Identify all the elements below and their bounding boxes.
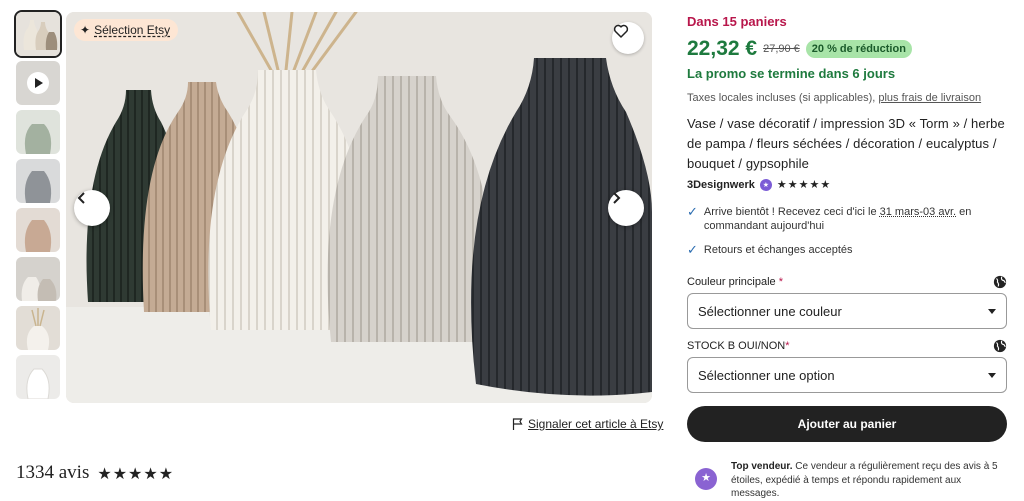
thumbnail-1[interactable] <box>14 10 62 58</box>
thumbnail-6[interactable] <box>16 257 60 301</box>
thumbnail-image <box>16 208 60 252</box>
thumbnail-image <box>16 306 60 350</box>
thumbnail-image <box>16 355 60 399</box>
arrival-prefix: Arrive bientôt ! Recevez ceci d'ici le <box>703 206 877 218</box>
chevron-left-icon <box>77 192 85 204</box>
color-field: Couleur principale * Sélectionner une co… <box>687 275 1007 329</box>
thumbnail-image <box>16 257 60 301</box>
thumbnail-image <box>16 159 60 203</box>
reviews-summary[interactable]: 1334 avis ★★★★★ <box>16 462 174 484</box>
caret-down-icon <box>988 308 996 314</box>
check-icon: ✓ <box>687 242 698 257</box>
shipping-link[interactable]: plus frais de livraison <box>878 92 981 104</box>
top-seller-title: Top vendeur. <box>731 461 793 472</box>
check-icon: ✓ <box>687 204 698 219</box>
seller-row[interactable]: 3Designwerk ★ ★★★★★ <box>687 178 1007 191</box>
main-product-image: ✦ Sélection Etsy <box>66 12 652 403</box>
thumbnail-4[interactable] <box>16 159 60 203</box>
badge-label: Sélection Etsy <box>94 23 171 37</box>
thumbnail-3[interactable] <box>16 110 60 154</box>
globe-icon[interactable] <box>993 275 1007 289</box>
required-mark: * <box>778 276 784 288</box>
taxes-text: Taxes locales incluses (si applicables), <box>687 92 876 104</box>
returns-text: Retours et échanges acceptés <box>703 244 853 256</box>
add-to-cart-button[interactable]: Ajouter au panier <box>687 406 1007 442</box>
report-item-link[interactable]: Signaler cet article à Etsy <box>512 417 663 431</box>
top-seller-text: Top vendeur. Ce vendeur a régulièrement … <box>731 460 1007 501</box>
thumbnail-8[interactable] <box>16 355 60 399</box>
seller-name[interactable]: 3Designwerk <box>687 179 755 191</box>
thumbnail-video[interactable] <box>16 61 60 105</box>
caret-down-icon <box>988 372 996 378</box>
thumbnail-7[interactable] <box>16 306 60 350</box>
product-title: Vase / vase décoratif / impression 3D « … <box>687 116 1005 171</box>
stock-field-label: STOCK B OUI/NON* <box>687 339 1007 353</box>
current-price: 22,32 € <box>687 37 758 60</box>
play-icon <box>27 72 49 94</box>
color-field-label: Couleur principale * <box>687 275 1007 289</box>
returns-policy: ✓ Retours et échanges acceptés <box>687 243 1007 257</box>
delivery-text: Arrive bientôt ! Recevez ceci d'ici le 3… <box>704 205 1007 233</box>
previous-image-button[interactable] <box>74 190 110 226</box>
thumbnail-vases-image <box>16 12 60 56</box>
reviews-count: 1334 avis <box>16 462 90 483</box>
stock-label-text: STOCK B OUI/NON* <box>687 340 789 352</box>
rating-stars: ★★★★★ <box>97 463 175 483</box>
taxes-note: Taxes locales incluses (si applicables),… <box>687 92 1007 104</box>
chevron-right-icon <box>613 192 621 204</box>
next-image-button[interactable] <box>608 190 644 226</box>
sparkle-icon: ✦ <box>80 23 91 37</box>
thumbnail-5[interactable] <box>16 208 60 252</box>
original-price: 27,90 € <box>763 43 800 55</box>
arrival-dates[interactable]: 31 mars-03 avr. <box>880 206 956 218</box>
promo-end-text: La promo se termine dans 6 jours <box>687 66 896 81</box>
stock-field: STOCK B OUI/NON* Sélectionner une option <box>687 339 1007 393</box>
stock-label: STOCK B OUI/NON <box>687 340 786 352</box>
top-seller-note: ★ Top vendeur. Ce vendeur a régulièremen… <box>687 460 1007 501</box>
in-carts-count: Dans 15 paniers <box>687 14 787 29</box>
favorite-button[interactable] <box>612 22 644 54</box>
price-row: 22,32 € 27,90 € 20 % de réduction <box>687 37 1007 61</box>
discount-badge: 20 % de réduction <box>805 40 912 58</box>
thumbnail-strip <box>14 10 62 404</box>
star-seller-medal-icon: ★ <box>695 468 717 490</box>
color-label-text: Couleur principale * <box>687 276 783 288</box>
vases-photo <box>66 12 652 403</box>
globe-icon[interactable] <box>993 339 1007 353</box>
delivery-estimate: ✓ Arrive bientôt ! Recevez ceci d'ici le… <box>687 205 1007 233</box>
star-seller-icon: ★ <box>759 178 772 191</box>
flag-icon <box>512 418 523 430</box>
etsy-pick-badge: ✦ Sélection Etsy <box>74 19 179 41</box>
heart-icon <box>613 24 629 38</box>
seller-rating-stars: ★★★★★ <box>776 178 832 191</box>
product-info-panel: Dans 15 paniers 22,32 € 27,90 € 20 % de … <box>687 14 1007 501</box>
color-select[interactable]: Sélectionner une couleur <box>687 293 1007 329</box>
report-label: Signaler cet article à Etsy <box>528 417 664 431</box>
color-select-value: Sélectionner une couleur <box>698 303 842 319</box>
stock-select[interactable]: Sélectionner une option <box>687 357 1007 393</box>
thumbnail-image <box>16 110 60 154</box>
required-mark: * <box>785 340 790 352</box>
color-label: Couleur principale <box>687 276 776 288</box>
stock-select-value: Sélectionner une option <box>698 367 835 383</box>
